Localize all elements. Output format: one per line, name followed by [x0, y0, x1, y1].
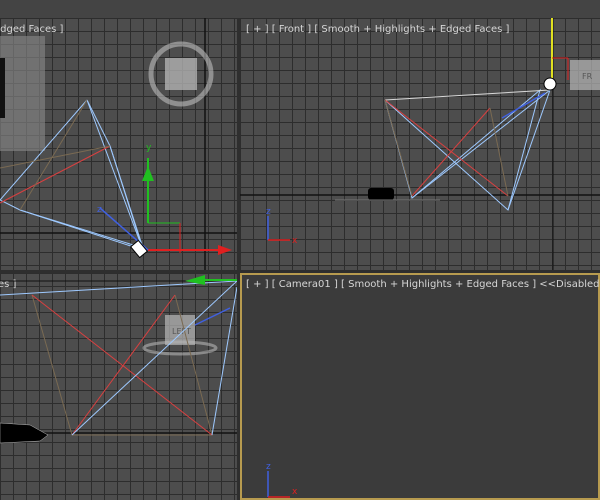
light-icon[interactable] — [543, 77, 557, 91]
scene-object — [368, 188, 394, 200]
viewcube[interactable] — [165, 58, 197, 90]
viewport-top-scene: y z — [0, 18, 237, 270]
viewport-front[interactable]: [ + ] [ Front ] [ Smooth + Highlights + … — [240, 18, 600, 270]
light-ray — [211, 286, 237, 436]
target-red-line — [71, 294, 176, 436]
viewport-divider-horizontal[interactable] — [0, 270, 600, 273]
world-axis-x-label: x — [292, 236, 298, 246]
scene-block — [0, 36, 45, 151]
gizmo-z-axis[interactable] — [194, 307, 231, 326]
light-ray — [86, 99, 144, 251]
viewport-header-bar — [0, 0, 600, 18]
viewport-left-scene: LEFT — [0, 275, 237, 444]
target-red-line — [384, 99, 509, 197]
viewport-divider-vertical[interactable] — [237, 18, 240, 500]
scene-object — [0, 58, 5, 118]
light-ray — [71, 280, 237, 436]
gizmo-y-label: y — [146, 143, 152, 153]
light-cone-outline — [384, 88, 541, 211]
viewport-front-scene: FR z x — [240, 18, 600, 270]
viewport-top[interactable]: edged Faces ] y z — [0, 18, 237, 270]
gizmo-z-label: z — [97, 205, 102, 215]
world-axis-z-label: z — [266, 462, 271, 472]
viewport-camera[interactable]: [ + ] [ Camera01 ] [ Smooth + Highlights… — [240, 273, 600, 500]
light-ray — [507, 89, 551, 211]
gizmo-z-axis[interactable] — [501, 92, 546, 119]
target-brown-line — [489, 107, 509, 197]
gizmo-x-arrow[interactable] — [218, 245, 232, 255]
viewport-camera-scene: z x — [266, 462, 298, 498]
viewcube-face: FR — [582, 72, 593, 81]
light-icon[interactable] — [129, 239, 149, 259]
light-ray — [411, 89, 551, 199]
light-ray — [109, 145, 144, 251]
light-ray — [384, 89, 551, 101]
viewport-left[interactable]: es ] LEFT — [0, 273, 237, 500]
target-brown-line — [384, 99, 413, 197]
target-red-line — [0, 145, 111, 204]
scene-car — [0, 422, 49, 444]
viewcube-face: LEFT — [172, 327, 191, 336]
world-axis-z-label: z — [266, 207, 271, 217]
gizmo-y-arrow[interactable] — [142, 166, 154, 181]
world-axis-x-label: x — [292, 487, 298, 497]
